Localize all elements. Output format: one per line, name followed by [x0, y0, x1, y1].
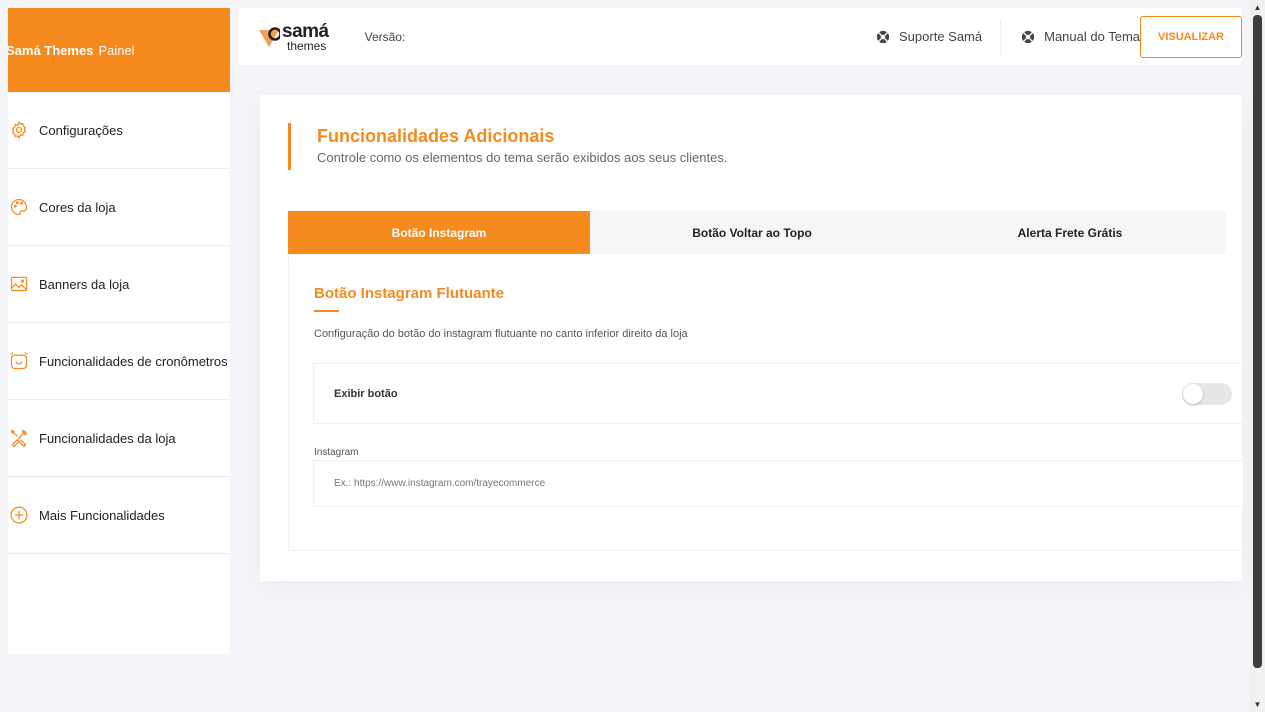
sidebar-item-label: Funcionalidades da loja: [39, 430, 176, 446]
sidebar-item-funcionalidades-loja[interactable]: Funcionalidades da loja: [8, 400, 230, 477]
sidebar-brand[interactable]: Samá Themes Painel: [8, 8, 230, 92]
toggle-label: Exibir botão: [334, 387, 398, 400]
scroll-down-arrow-icon[interactable]: ▼: [1250, 697, 1265, 712]
manual-label: Manual do Tema: [1044, 29, 1140, 44]
logo-subtext: themes: [287, 38, 327, 53]
support-label: Suporte Samá: [899, 29, 983, 44]
tools-icon: [8, 427, 30, 449]
top-bar: samá themes Versão: Suporte Samá Manual …: [238, 8, 1242, 65]
sidebar: Samá Themes Painel Configurações Cores d…: [8, 8, 230, 654]
panel-description: Configuração do botão do instagram flutu…: [314, 328, 688, 340]
scrollbar-thumb[interactable]: [1253, 15, 1262, 668]
gear-icon: [8, 119, 30, 141]
toggle-knob: [1183, 384, 1203, 404]
page-subtitle: Controle como os elementos do tema serão…: [317, 150, 728, 165]
main-card: Funcionalidades Adicionais Controle como…: [260, 95, 1243, 581]
sidebar-item-label: Banners da loja: [39, 276, 130, 292]
logo-text: samá: [282, 20, 329, 42]
sidebar-item-label: Funcionalidades de cronômetros: [39, 353, 228, 369]
palette-icon: [8, 196, 30, 218]
lifebuoy-icon: [1022, 30, 1035, 43]
tab-panel: Botão Instagram Flutuante Configuração d…: [288, 254, 1243, 551]
section-heading: Funcionalidades Adicionais Controle como…: [288, 123, 727, 170]
tab-botao-voltar-topo[interactable]: Botão Voltar ao Topo: [590, 211, 914, 254]
sidebar-item-cores[interactable]: Cores da loja: [8, 169, 230, 246]
instagram-input[interactable]: [313, 460, 1243, 507]
image-icon: [8, 273, 30, 295]
version-label: Versão:: [364, 29, 406, 44]
tab-alerta-frete-gratis[interactable]: Alerta Frete Grátis: [914, 211, 1226, 254]
alarm-clock-icon: [8, 350, 30, 372]
lifebuoy-icon: [876, 30, 890, 43]
manual-link[interactable]: Manual do Tema: [1021, 29, 1140, 44]
tab-bar: Botão Instagram Botão Voltar ao Topo Ale…: [288, 211, 1226, 254]
page-title: Funcionalidades Adicionais: [317, 126, 555, 146]
support-link[interactable]: Suporte Samá: [876, 18, 1002, 55]
sidebar-item-label: Cores da loja: [39, 199, 116, 215]
sidebar-item-banners[interactable]: Banners da loja: [8, 246, 230, 323]
visualizar-button[interactable]: VISUALIZAR: [1140, 15, 1242, 58]
logo[interactable]: samá themes: [258, 22, 329, 52]
instagram-field-label: Instagram: [314, 447, 359, 458]
brand-name: Samá Themes: [8, 42, 94, 58]
sidebar-item-label: Configurações: [39, 122, 123, 138]
title-underline: [314, 310, 339, 312]
brand-subtitle: Painel: [98, 42, 135, 58]
panel-title: Botão Instagram Flutuante: [314, 285, 505, 302]
sidebar-item-mais[interactable]: Mais Funcionalidades: [8, 477, 230, 554]
tab-botao-instagram[interactable]: Botão Instagram: [288, 211, 590, 254]
plus-circle-icon: [8, 504, 30, 526]
toggle-row: Exibir botão: [313, 363, 1243, 424]
logo-mark-icon: [259, 26, 280, 47]
scroll-up-arrow-icon[interactable]: ▲: [1250, 0, 1265, 15]
sidebar-item-label: Mais Funcionalidades: [39, 507, 165, 523]
sidebar-item-cronometros[interactable]: Funcionalidades de cronômetros: [8, 323, 230, 400]
scrollbar[interactable]: ▲ ▼: [1250, 0, 1265, 712]
sidebar-item-configuracoes[interactable]: Configurações: [8, 92, 230, 169]
exibir-botao-toggle[interactable]: [1182, 383, 1232, 405]
